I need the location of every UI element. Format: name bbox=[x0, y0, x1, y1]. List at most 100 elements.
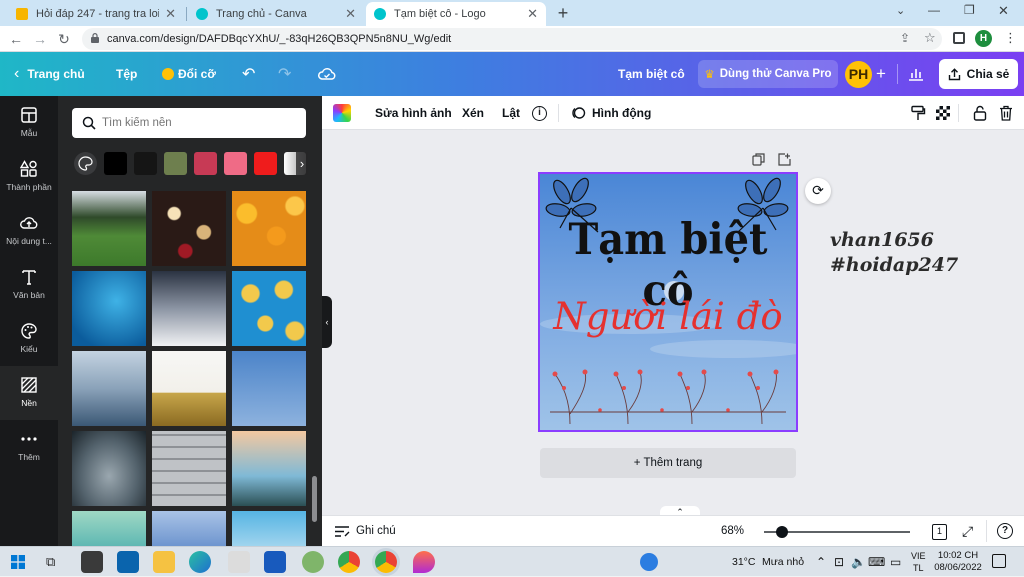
zoom-slider-thumb[interactable] bbox=[775, 526, 788, 538]
paint-format-icon[interactable] bbox=[910, 105, 926, 125]
cloud-saved-icon[interactable] bbox=[318, 52, 336, 96]
add-member-icon[interactable]: + bbox=[876, 52, 886, 96]
background-thumbnail[interactable] bbox=[72, 351, 146, 426]
canvas-subtitle[interactable]: Người lái đò bbox=[540, 295, 796, 338]
rail-item-text[interactable]: Văn bản bbox=[0, 258, 58, 312]
network-icon[interactable]: ⊡ bbox=[834, 547, 844, 577]
chrome-profile-icon[interactable] bbox=[375, 551, 397, 573]
task-view-icon[interactable]: ⧉ bbox=[46, 554, 55, 570]
background-thumbnail[interactable] bbox=[232, 431, 306, 506]
resize-button[interactable]: Đổi cỡ bbox=[162, 52, 216, 96]
file-explorer-icon[interactable] bbox=[153, 551, 175, 573]
battery-icon[interactable]: ▭ bbox=[890, 547, 901, 577]
search-input[interactable] bbox=[102, 114, 297, 132]
input-language[interactable]: VIE TL bbox=[911, 550, 926, 574]
paint-app-icon[interactable] bbox=[228, 551, 250, 573]
add-page-icon[interactable] bbox=[778, 153, 791, 169]
color-swatch[interactable] bbox=[194, 152, 217, 175]
restore-icon[interactable]: ❐ bbox=[964, 3, 975, 17]
try-canva-pro-button[interactable]: ♛ Dùng thử Canva Pro bbox=[698, 60, 838, 88]
crop-button[interactable]: Xén bbox=[462, 96, 484, 130]
chrome-menu-icon[interactable]: ⋮ bbox=[1004, 30, 1017, 46]
lock-element-icon[interactable] bbox=[973, 105, 987, 124]
background-thumbnail[interactable] bbox=[72, 271, 146, 346]
browser-tab-hoidap[interactable]: Hỏi đáp 247 - trang tra loi ✕ bbox=[8, 2, 184, 26]
background-thumbnail[interactable] bbox=[232, 271, 306, 346]
keyboard-icon[interactable]: ⌨ bbox=[868, 547, 885, 577]
browser-tab-design[interactable]: Tạm biệt cô - Logo ✕ bbox=[366, 2, 546, 26]
reload-icon[interactable]: ↻ bbox=[54, 29, 74, 49]
user-avatar[interactable]: PH bbox=[845, 61, 872, 88]
file-menu-button[interactable]: Tệp bbox=[116, 52, 137, 96]
weather-condition[interactable]: Mưa nhỏ bbox=[762, 547, 804, 577]
page-count-button[interactable]: 1 bbox=[932, 524, 947, 540]
bookmark-star-icon[interactable]: ☆ bbox=[924, 30, 936, 46]
rail-item-elements[interactable]: Thành phần bbox=[0, 150, 58, 204]
add-page-button[interactable]: + Thêm trang bbox=[540, 448, 796, 478]
rail-item-templates[interactable]: Mẫu bbox=[0, 96, 58, 150]
panel-scrollbar[interactable] bbox=[312, 476, 317, 522]
minimize-icon[interactable]: — bbox=[928, 3, 940, 17]
info-icon[interactable]: i bbox=[532, 106, 547, 121]
app-icon[interactable] bbox=[302, 551, 324, 573]
notes-icon[interactable] bbox=[334, 525, 350, 541]
background-thumbnail[interactable] bbox=[72, 191, 146, 266]
flip-button[interactable]: Lật bbox=[502, 96, 520, 130]
background-thumbnail[interactable] bbox=[152, 431, 226, 506]
rail-item-uploads[interactable]: Nội dung t... bbox=[0, 204, 58, 258]
undo-icon[interactable]: ↶ bbox=[242, 52, 255, 96]
rail-item-background[interactable]: Nền bbox=[0, 366, 58, 420]
swatch-scroll-right-icon[interactable]: › bbox=[296, 152, 308, 175]
volume-icon[interactable]: 🔈 bbox=[851, 547, 866, 577]
rotate-handle-icon[interactable]: ⟳ bbox=[805, 178, 831, 204]
notifications-icon[interactable] bbox=[992, 554, 1006, 568]
color-swatch[interactable] bbox=[224, 152, 247, 175]
delete-icon[interactable] bbox=[999, 105, 1013, 124]
duplicate-page-icon[interactable] bbox=[752, 153, 765, 169]
redo-icon[interactable]: ↷ bbox=[278, 52, 291, 96]
close-tab-icon[interactable]: ✕ bbox=[345, 6, 356, 22]
background-thumbnail[interactable] bbox=[152, 271, 226, 346]
weather-icon[interactable] bbox=[640, 553, 658, 571]
background-thumbnail[interactable] bbox=[232, 351, 306, 426]
animate-button[interactable]: Hình động bbox=[570, 96, 651, 130]
browser-tab-canva-home[interactable]: Trang chủ - Canva ✕ bbox=[188, 2, 364, 26]
forward-icon[interactable]: → bbox=[30, 29, 50, 49]
new-tab-button[interactable]: + bbox=[553, 3, 573, 23]
rail-item-more[interactable]: Thêm bbox=[0, 420, 58, 474]
background-thumbnail[interactable] bbox=[72, 511, 146, 546]
background-thumbnail[interactable] bbox=[152, 511, 226, 546]
help-button[interactable]: ? bbox=[997, 523, 1013, 539]
collapse-panel-button[interactable]: ‹ bbox=[322, 296, 332, 348]
clock[interactable]: 10:02 CH 08/06/2022 bbox=[933, 550, 983, 574]
color-swatch[interactable] bbox=[164, 152, 187, 175]
rail-item-styles[interactable]: Kiểu bbox=[0, 312, 58, 366]
share-button[interactable]: Chia sẻ bbox=[939, 59, 1018, 89]
windows-start-icon[interactable] bbox=[11, 555, 25, 569]
design-title[interactable]: Tạm biệt cô bbox=[618, 52, 685, 96]
side-panel-icon[interactable] bbox=[953, 32, 965, 44]
background-thumbnail[interactable] bbox=[152, 351, 226, 426]
word-app-icon[interactable] bbox=[264, 551, 286, 573]
close-tab-icon[interactable]: ✕ bbox=[527, 6, 538, 22]
edit-image-button[interactable]: Sửa hình ảnh bbox=[375, 96, 452, 130]
profile-avatar[interactable]: H bbox=[975, 30, 992, 47]
design-canvas[interactable]: Tạm biệt cô Người lái đò bbox=[538, 172, 798, 432]
background-thumbnail[interactable] bbox=[232, 511, 306, 546]
back-icon[interactable]: ← bbox=[6, 29, 26, 49]
show-hidden-icons-icon[interactable]: ⌃ bbox=[816, 547, 826, 577]
analytics-icon[interactable] bbox=[908, 52, 924, 96]
chrome-icon[interactable] bbox=[338, 551, 360, 573]
url-field[interactable]: canva.com/design/DAFDBqcYXhU/_-83qH26QB3… bbox=[82, 28, 942, 50]
background-thumbnail[interactable] bbox=[72, 431, 146, 506]
close-tab-icon[interactable]: ✕ bbox=[165, 6, 176, 22]
transparency-icon[interactable] bbox=[936, 106, 950, 120]
color-picker-icon[interactable] bbox=[333, 104, 351, 122]
mail-app-icon[interactable] bbox=[117, 551, 139, 573]
color-swatch[interactable] bbox=[134, 152, 157, 175]
background-thumbnail[interactable] bbox=[152, 191, 226, 266]
home-button[interactable]: ‹ Trang chủ bbox=[14, 52, 85, 96]
color-swatch[interactable] bbox=[104, 152, 127, 175]
color-swatch[interactable] bbox=[254, 152, 277, 175]
zoom-level[interactable]: 68% bbox=[721, 525, 744, 537]
